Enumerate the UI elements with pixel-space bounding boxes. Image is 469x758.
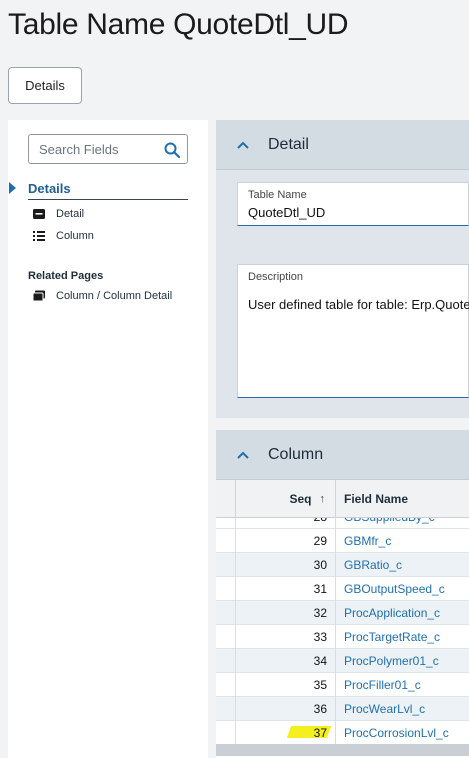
detail-card-icon: [32, 207, 46, 221]
seq-header-label: Seq: [289, 492, 312, 506]
row-select-cell[interactable]: [216, 721, 236, 744]
row-select-cell[interactable]: [216, 518, 236, 529]
description-field[interactable]: Description User defined table for table…: [237, 264, 469, 398]
page-title: Table Name QuoteDtl_UD: [8, 8, 349, 41]
table-row[interactable]: 30 GBRatio_c: [216, 553, 469, 577]
row-select-cell[interactable]: [216, 673, 236, 697]
related-item-label: Column / Column Detail: [56, 290, 173, 302]
list-icon: [32, 229, 46, 243]
field-name-header-label: Field Name: [344, 492, 409, 506]
related-pages-heading: Related Pages: [28, 270, 104, 282]
field-name-link[interactable]: ProcWearLvl_c: [336, 697, 469, 721]
seq-cell: 29: [236, 529, 336, 553]
seq-value: 37: [313, 726, 327, 740]
main-content: Detail Table Name QuoteDtl_UD Descriptio…: [216, 120, 469, 758]
field-name-link[interactable]: GBSuppliedBy_c: [336, 518, 469, 529]
chevron-up-icon[interactable]: [236, 448, 250, 462]
row-select-cell[interactable]: [216, 553, 236, 577]
column-grid: Seq ↑ Field Name 28 GBSuppliedBy_c 29 GB…: [216, 480, 469, 758]
grid-rows: 28 GBSuppliedBy_c 29 GBMfr_c 30 GBRatio_…: [216, 518, 469, 744]
seq-cell: 34: [236, 649, 336, 673]
table-row[interactable]: 36 ProcWearLvl_c: [216, 697, 469, 721]
select-column-header[interactable]: [216, 480, 236, 518]
row-select-cell[interactable]: [216, 601, 236, 625]
chevron-up-icon[interactable]: [236, 138, 250, 152]
field-name-link[interactable]: GBOutputSpeed_c: [336, 577, 469, 601]
row-select-cell[interactable]: [216, 529, 236, 553]
detail-card-title: Detail: [268, 135, 309, 153]
field-name-link[interactable]: GBRatio_c: [336, 553, 469, 577]
seq-cell-highlighted: 37: [236, 721, 336, 744]
field-name-link[interactable]: ProcFiller01_c: [336, 673, 469, 697]
table-row[interactable]: 32 ProcApplication_c: [216, 601, 469, 625]
related-item-column-detail[interactable]: Column / Column Detail: [32, 288, 172, 304]
seq-column-header[interactable]: Seq ↑: [236, 480, 336, 518]
table-row[interactable]: 35 ProcFiller01_c: [216, 673, 469, 697]
table-row[interactable]: 33 ProcTargetRate_c: [216, 625, 469, 649]
field-name-link[interactable]: ProcPolymer01_c: [336, 649, 469, 673]
sidebar-item-column[interactable]: Column: [32, 228, 94, 244]
sidebar-item-label: Column: [56, 230, 94, 242]
table-row[interactable]: 28 GBSuppliedBy_c: [216, 518, 469, 529]
seq-cell: 30: [236, 553, 336, 577]
search-input[interactable]: [29, 135, 159, 163]
description-label: Description: [248, 271, 304, 283]
nav-section-details[interactable]: Details: [28, 181, 188, 200]
seq-cell: 36: [236, 697, 336, 721]
table-row[interactable]: 37 ProcCorrosionLvl_c: [216, 721, 469, 744]
table-name-value: QuoteDtl_UD: [248, 205, 326, 220]
description-value: User defined table for table: Erp.Quote: [248, 297, 469, 312]
row-select-cell[interactable]: [216, 697, 236, 721]
grid-horizontal-scrollbar[interactable]: [216, 744, 469, 756]
seq-cell: 32: [236, 601, 336, 625]
search-icon[interactable]: [163, 141, 181, 159]
row-select-cell[interactable]: [216, 577, 236, 601]
field-name-link[interactable]: ProcApplication_c: [336, 601, 469, 625]
table-row[interactable]: 31 GBOutputSpeed_c: [216, 577, 469, 601]
search-field[interactable]: [28, 134, 188, 164]
table-name-field[interactable]: Table Name QuoteDtl_UD: [237, 182, 469, 226]
sidebar-item-label: Detail: [56, 208, 85, 220]
detail-card: Detail Table Name QuoteDtl_UD Descriptio…: [216, 120, 469, 418]
detail-card-header[interactable]: Detail: [216, 120, 469, 170]
field-name-column-header[interactable]: Field Name: [336, 480, 469, 518]
sidebar-item-detail[interactable]: Detail: [32, 206, 84, 222]
row-select-cell[interactable]: [216, 625, 236, 649]
field-name-link[interactable]: ProcCorrosionLvl_c: [336, 721, 469, 744]
seq-cell: 35: [236, 673, 336, 697]
layers-icon: [32, 289, 46, 303]
column-card-header[interactable]: Column: [216, 430, 469, 480]
table-name-label: Table Name: [248, 189, 307, 201]
table-row[interactable]: 34 ProcPolymer01_c: [216, 649, 469, 673]
sidebar: Details Detail Column Related Pages Colu…: [8, 120, 208, 758]
seq-cell: 33: [236, 625, 336, 649]
grid-header: Seq ↑ Field Name: [216, 480, 469, 518]
field-name-link[interactable]: ProcTargetRate_c: [336, 625, 469, 649]
sort-ascending-icon[interactable]: ↑: [320, 493, 326, 505]
seq-cell: 31: [236, 577, 336, 601]
details-button[interactable]: Details: [8, 67, 82, 104]
field-name-link[interactable]: GBMfr_c: [336, 529, 469, 553]
nav-caret-icon: [9, 182, 16, 194]
column-card-title: Column: [268, 445, 324, 463]
table-row[interactable]: 29 GBMfr_c: [216, 529, 469, 553]
row-select-cell[interactable]: [216, 649, 236, 673]
seq-cell: 28: [236, 518, 336, 529]
